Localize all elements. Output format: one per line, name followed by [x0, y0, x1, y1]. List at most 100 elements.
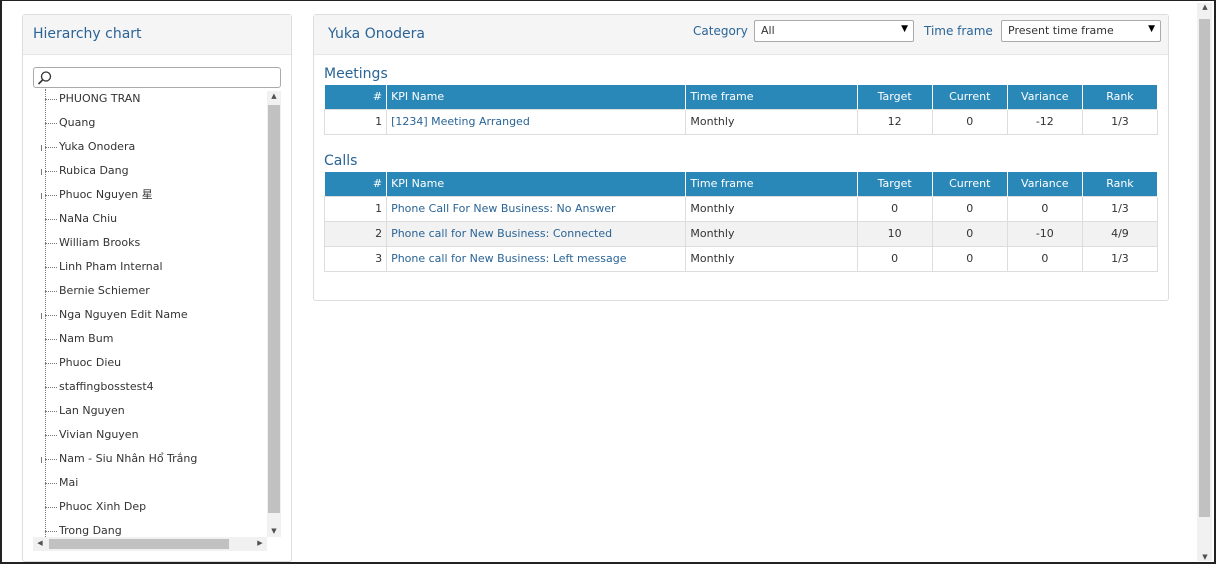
table-cell-variance: -12 — [1006, 108, 1083, 135]
tree-item-label: William Brooks — [59, 236, 141, 249]
tree-connector — [45, 435, 57, 436]
tree-item[interactable]: Mai — [33, 471, 78, 495]
column-header[interactable]: Time frame — [685, 85, 858, 109]
dropdown-arrow-icon: ▼ — [1148, 24, 1155, 34]
tree-item[interactable]: Nam - Siu Nhân Hổ Trắng — [33, 447, 197, 471]
tree-connector — [45, 147, 57, 148]
tree-item[interactable]: Nam Bum — [33, 327, 113, 351]
table-cell-timeframe: Monthly — [685, 195, 858, 222]
section-title-meetings: Meetings — [324, 66, 388, 82]
column-header[interactable]: Rank — [1082, 85, 1159, 109]
tree-connector — [45, 291, 57, 292]
hierarchy-title: Hierarchy chart — [23, 15, 291, 55]
scroll-up-icon[interactable]: ▲ — [267, 92, 281, 100]
kpi-table-calls: # KPI Name Time frame Target Current Variance… — [323, 172, 1159, 272]
tree-item[interactable]: Nga Nguyen Edit Name — [33, 303, 188, 327]
tree-connector — [45, 507, 57, 508]
category-label: Category — [693, 24, 748, 38]
tree-connector — [45, 243, 57, 244]
column-header[interactable]: Current — [932, 172, 1008, 196]
tree-item[interactable]: Bernie Schiemer — [33, 279, 150, 303]
tree-item-label: Trong Dang — [59, 524, 122, 537]
page-scroll-down-icon[interactable]: ▼ — [1198, 553, 1212, 561]
column-header[interactable]: Target — [857, 172, 933, 196]
tree-item-label: Rubica Dang — [59, 164, 129, 177]
tree-item-label: Bernie Schiemer — [59, 284, 150, 297]
column-header[interactable]: Time frame — [685, 172, 858, 196]
tree-item[interactable]: Lan Nguyen — [33, 399, 125, 423]
timeframe-select-value: Present time frame — [1008, 24, 1114, 37]
kpi-name-link[interactable]: [1234] Meeting Arranged — [386, 108, 687, 135]
table-row: 3 Phone call for New Business: Left messa… — [323, 245, 1159, 272]
kpi-name-link[interactable]: Phone call for New Business: Left messag… — [386, 245, 687, 272]
tree-item[interactable]: staffingbosstest4 — [33, 375, 154, 399]
tree-item[interactable]: Rubica Dang — [33, 159, 129, 183]
tree-connector — [45, 339, 57, 340]
column-header[interactable]: # — [324, 85, 388, 109]
table-cell-num: 1 — [323, 195, 388, 222]
tree-item[interactable]: PHUONG TRAN — [33, 89, 141, 111]
kpi-panel: Yuka Onodera Category All ▼ Time frame P… — [313, 14, 1169, 301]
tree-horizontal-scroll-thumb[interactable] — [49, 539, 229, 549]
tree-item[interactable]: Trong Dang — [33, 519, 122, 539]
scroll-left-icon[interactable]: ◀ — [33, 539, 47, 547]
hierarchy-search-input[interactable] — [33, 67, 281, 88]
table-cell-target: 12 — [856, 108, 933, 135]
column-header[interactable]: Rank — [1082, 172, 1159, 196]
tree-item[interactable]: Linh Pham Internal — [33, 255, 163, 279]
expand-toggle-icon[interactable] — [41, 457, 45, 463]
tree-connector — [45, 123, 57, 124]
table-row: 1 [1234] Meeting Arranged Monthly 12 0 -12 1/3 — [323, 108, 1159, 135]
scroll-down-icon[interactable]: ▼ — [267, 527, 281, 535]
table-cell-current: 0 — [931, 195, 1008, 222]
dropdown-arrow-icon: ▼ — [901, 24, 908, 34]
page-scroll-up-icon[interactable]: ▲ — [1198, 3, 1212, 11]
scroll-right-icon[interactable]: ▶ — [253, 539, 267, 547]
expand-toggle-icon[interactable] — [41, 313, 45, 319]
page-scroll-thumb[interactable] — [1199, 19, 1210, 517]
table-cell-target: 10 — [856, 220, 933, 247]
tree-item-label: Lan Nguyen — [59, 404, 125, 417]
tree-item[interactable]: NaNa Chiu — [33, 207, 117, 231]
tree-item[interactable]: Phuoc Xinh Dep — [33, 495, 146, 519]
tree-item[interactable]: Phuoc Nguyen 星 — [33, 183, 153, 207]
expand-toggle-icon[interactable] — [41, 193, 45, 199]
table-cell-variance: -10 — [1006, 220, 1083, 247]
table-cell-current: 0 — [931, 220, 1008, 247]
table-cell-variance: 0 — [1006, 245, 1083, 272]
tree-item[interactable]: Vivian Nguyen — [33, 423, 139, 447]
table-cell-target: 0 — [856, 195, 933, 222]
tree-item[interactable]: Yuka Onodera — [33, 135, 135, 159]
timeframe-select[interactable]: Present time frame ▼ — [1001, 20, 1161, 42]
tree-vertical-scrollbar[interactable]: ▲ ▼ — [267, 91, 281, 537]
tree-vertical-scroll-thumb[interactable] — [268, 105, 280, 513]
tree-item[interactable]: Quang — [33, 111, 95, 135]
tree-item[interactable]: William Brooks — [33, 231, 140, 255]
expand-toggle-icon[interactable] — [41, 169, 45, 175]
tree-item-label: PHUONG TRAN — [59, 92, 141, 105]
expand-toggle-icon[interactable] — [41, 145, 45, 151]
tree-horizontal-scrollbar[interactable]: ◀ ▶ — [33, 537, 267, 551]
column-header[interactable]: Variance — [1007, 85, 1083, 109]
table-cell-timeframe: Monthly — [685, 108, 858, 135]
tree-connector — [45, 483, 57, 484]
tree-item[interactable]: Phuoc Dieu — [33, 351, 121, 375]
tree-connector — [45, 171, 57, 172]
tree-item-label: Yuka Onodera — [59, 140, 136, 153]
section-title-calls: Calls — [324, 153, 358, 169]
tree-connector — [45, 459, 57, 460]
column-header[interactable]: Variance — [1007, 172, 1083, 196]
column-header[interactable]: KPI Name — [386, 85, 687, 109]
table-cell-variance: 0 — [1006, 195, 1083, 222]
kpi-name-link[interactable]: Phone Call For New Business: No Answer — [386, 195, 687, 222]
table-cell-rank: 1/3 — [1081, 195, 1159, 222]
category-select[interactable]: All ▼ — [754, 20, 914, 42]
column-header[interactable]: Target — [857, 85, 933, 109]
column-header[interactable]: Current — [932, 85, 1008, 109]
column-header[interactable]: KPI Name — [386, 172, 687, 196]
column-header[interactable]: # — [324, 172, 388, 196]
kpi-name-link[interactable]: Phone call for New Business: Connected — [386, 220, 687, 247]
category-select-value: All — [761, 24, 775, 37]
page-vertical-scrollbar[interactable]: ▲ ▼ — [1197, 3, 1212, 561]
table-cell-current: 0 — [931, 108, 1008, 135]
